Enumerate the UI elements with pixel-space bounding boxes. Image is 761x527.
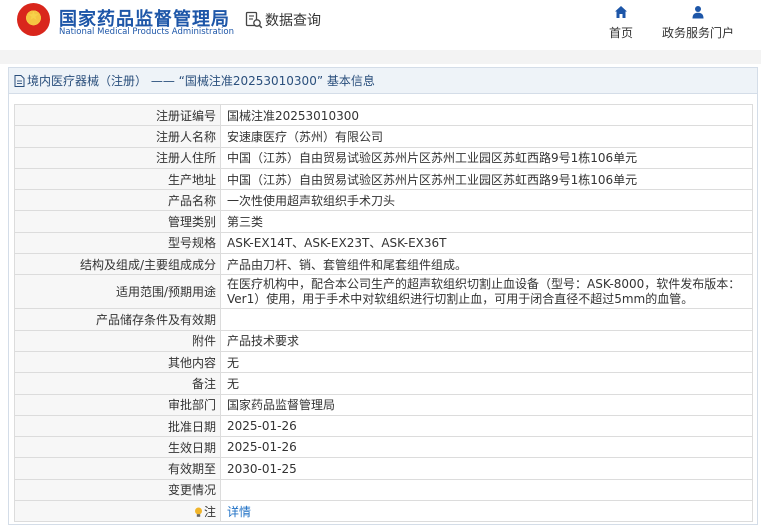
panel-title-bar: 境内医疗器械（注册） —— “国械注准20253010300” 基本信息 [9, 68, 757, 94]
site-title-en: National Medical Products Administration [59, 27, 234, 37]
table-row: 结构及组成/主要组成成分 产品由刀杆、销、套管组件和尾套组件组成。 [14, 253, 753, 276]
table-row: 管理类别 第三类 [14, 210, 753, 233]
field-label: 型号规格 [14, 231, 221, 255]
field-value: 国械注准20253010300 [220, 103, 753, 127]
field-label: 适用范围/预期用途 [14, 274, 221, 310]
table-row: 备注无 [14, 372, 753, 395]
field-value: 中国（江苏）自由贸易试验区苏州片区苏州工业园区苏虹西路9号1栋106单元 [220, 146, 753, 169]
table-row-note: 注 详情 [14, 500, 753, 523]
field-value: 2030-01-25 [220, 457, 753, 480]
field-label: 变更情况 [14, 478, 221, 502]
field-value: 产品由刀杆、销、套管组件和尾套组件组成。 [220, 253, 753, 276]
note-label: 注 [203, 504, 216, 519]
table-row: 注册人住所 中国（江苏）自由贸易试验区苏州片区苏州工业园区苏虹西路9号1栋106单… [14, 146, 753, 169]
field-value: ASK-EX14T、ASK-EX23T、ASK-EX36T [220, 231, 753, 255]
note-value-cell: 详情 [220, 500, 753, 523]
field-label: 注册证编号 [14, 103, 221, 127]
field-label: 注册人名称 [14, 125, 221, 148]
field-value [220, 308, 753, 331]
nav-service-portal-label: 政务服务门户 [661, 26, 734, 40]
field-value: 无 [220, 350, 753, 374]
field-value [220, 478, 753, 502]
field-label: 其他内容 [14, 350, 221, 374]
field-label: 产品储存条件及有效期 [14, 308, 221, 331]
field-value: 国家药品监督管理局 [220, 393, 753, 416]
header-divider [0, 50, 761, 64]
field-value: 产品技术要求 [220, 329, 753, 352]
note-label-cell: 注 [14, 500, 221, 523]
table-row: 变更情况 [14, 478, 753, 502]
table-row: 产品名称 一次性使用超声软组织手术刀头 [14, 189, 753, 212]
data-search-link[interactable]: 数据查询 [245, 10, 321, 30]
field-value: 2025-01-26 [220, 414, 753, 438]
panel-title: 境内医疗器械（注册） —— “国械注准20253010300” 基本信息 [27, 74, 375, 88]
table-row: 产品储存条件及有效期 [14, 308, 753, 331]
table-row: 型号规格 ASK-EX14T、ASK-EX23T、ASK-EX36T [14, 231, 753, 255]
field-label: 生效日期 [14, 436, 221, 459]
table-row: 生效日期 2025-01-26 [14, 436, 753, 459]
field-label: 审批部门 [14, 393, 221, 416]
site-header: ★ 国家药品监督管理局 National Medical Products Ad… [0, 0, 761, 50]
national-emblem-logo[interactable]: ★ [17, 3, 50, 36]
field-label: 产品名称 [14, 189, 221, 212]
field-label: 批准日期 [14, 414, 221, 438]
data-search-label: 数据查询 [265, 13, 321, 29]
field-value: 在医疗机构中，配合本公司生产的超声软组织切割止血设备（型号：ASK-8000，软… [220, 274, 753, 310]
field-value: 一次性使用超声软组织手术刀头 [220, 189, 753, 212]
table-row: 审批部门 国家药品监督管理局 [14, 393, 753, 416]
field-value: 中国（江苏）自由贸易试验区苏州片区苏州工业园区苏虹西路9号1栋106单元 [220, 167, 753, 191]
table-row: 注册证编号 国械注准20253010300 [14, 103, 753, 127]
field-label: 管理类别 [14, 210, 221, 233]
nav-home[interactable]: 首页 [581, 5, 661, 41]
user-icon [692, 6, 704, 19]
field-label: 注册人住所 [14, 146, 221, 169]
details-table: 注册证编号 国械注准20253010300 注册人名称 安速康医疗（苏州）有限公司 … [14, 103, 753, 523]
nav-service-portal[interactable]: 政务服务门户 [658, 5, 738, 41]
field-label: 附件 [14, 329, 221, 352]
table-row: 有效期至 2030-01-25 [14, 457, 753, 480]
document-icon [14, 74, 25, 87]
lightbulb-icon [194, 507, 202, 517]
field-label: 结构及组成/主要组成成分 [14, 253, 221, 276]
device-info-panel: 境内医疗器械（注册） —— “国械注准20253010300” 基本信息 注册证… [8, 67, 758, 525]
table-row: 附件 产品技术要求 [14, 329, 753, 352]
table-row: 注册人名称 安速康医疗（苏州）有限公司 [14, 125, 753, 148]
field-value: 2025-01-26 [220, 436, 753, 459]
field-value: 第三类 [220, 210, 753, 233]
data-search-icon [245, 11, 263, 29]
table-row: 其他内容无 [14, 350, 753, 374]
details-link[interactable]: 详情 [227, 505, 251, 519]
field-label: 有效期至 [14, 457, 221, 480]
field-label: 生产地址 [14, 167, 221, 191]
field-value: 无 [220, 372, 753, 395]
field-value: 安速康医疗（苏州）有限公司 [220, 125, 753, 148]
field-label: 备注 [14, 372, 221, 395]
table-row: 批准日期 2025-01-26 [14, 414, 753, 438]
table-row: 生产地址 中国（江苏）自由贸易试验区苏州片区苏州工业园区苏虹西路9号1栋106单元 [14, 167, 753, 191]
home-icon [615, 6, 627, 18]
table-row: 适用范围/预期用途 在医疗机构中，配合本公司生产的超声软组织切割止血设备（型号：A… [14, 274, 753, 310]
nav-home-label: 首页 [608, 26, 633, 40]
